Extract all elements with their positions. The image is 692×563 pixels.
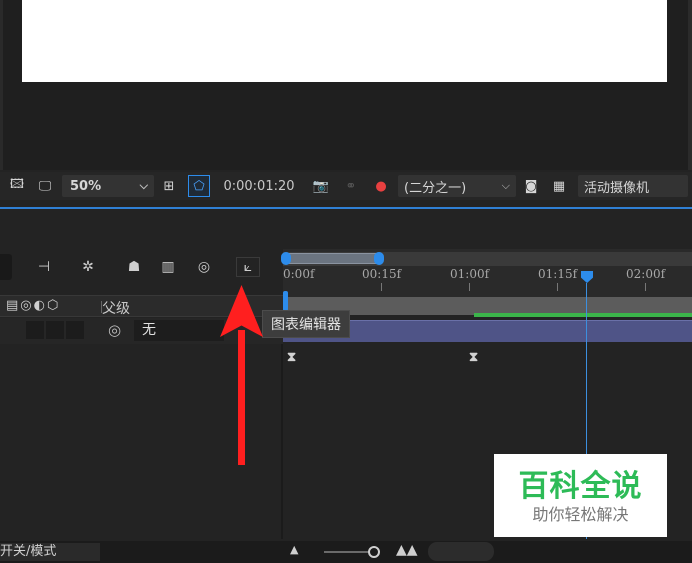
layer-search-input[interactable] — [0, 254, 12, 280]
watermark-subtitle: 助你轻松解决 — [532, 505, 629, 524]
monitor-icon[interactable]: 🖵 — [34, 175, 56, 197]
ruler-label: 00:15f — [362, 267, 402, 281]
region-of-interest-icon[interactable]: ◙ — [520, 175, 542, 197]
viewer-toolbar: 🖾 🖵 50% ⌵ ⊞ ⬠ 0:00:01:20 📷 ⚭ ● (二分之一) ⌵ … — [0, 172, 692, 200]
ruler-label: 02:00f — [626, 267, 666, 281]
switch-box[interactable] — [66, 321, 84, 339]
timeline-zoom-slider[interactable] — [324, 551, 370, 553]
color-channels-icon[interactable]: ● — [370, 175, 392, 197]
navigator-end-handle[interactable] — [374, 252, 384, 265]
resolution-value: (二分之一) — [404, 180, 467, 196]
zoom-value: 50% — [70, 178, 102, 194]
keyframe-icon[interactable]: ⧗ — [469, 350, 478, 365]
ruler-tick — [645, 283, 646, 291]
parent-select[interactable]: 无 — [134, 320, 224, 341]
viewer-edge-right — [688, 0, 692, 170]
zoom-out-icon[interactable]: ▲ — [290, 543, 298, 556]
work-area-start[interactable] — [283, 291, 288, 311]
camera-view-value: 活动摄像机 — [584, 180, 650, 196]
region-icon[interactable]: ⊞ — [158, 175, 180, 197]
parent-column-label: 父级 — [102, 301, 130, 317]
watermark-title: 百科全说 — [518, 469, 643, 504]
graph-editor-icon[interactable]: ⟀ — [236, 257, 260, 277]
ruler-label: 01:00f — [450, 267, 490, 281]
frame-blending-icon[interactable]: ▥ — [156, 257, 180, 277]
ruler-tick — [381, 283, 382, 291]
annotation-arrow-shaft — [238, 330, 245, 465]
switch-column-icons[interactable]: ▤◎◐⬡ — [6, 298, 60, 313]
watermark: 百科全说 助你轻松解决 — [494, 454, 667, 537]
draft-3d-icon[interactable]: ✲ — [76, 257, 100, 277]
panel-divider[interactable] — [281, 344, 283, 539]
layer-switches[interactable] — [26, 321, 84, 339]
resolution-select[interactable]: (二分之一) ⌵ — [398, 175, 516, 197]
graph-editor-tooltip: 图表编辑器 — [262, 310, 350, 338]
zoom-select[interactable]: 50% ⌵ — [62, 175, 154, 197]
toggle-switches-modes-button[interactable]: 开关/模式 — [0, 543, 100, 561]
zoom-in-icon[interactable]: ▲▲ — [396, 542, 418, 558]
keyframe-icon[interactable]: ⧗ — [287, 350, 296, 365]
composition-viewer — [0, 0, 692, 170]
viewer-edge — [0, 0, 3, 170]
timeline-scrollbar[interactable] — [428, 542, 494, 561]
ruler-label: 0:00f — [283, 267, 315, 281]
camera-icon[interactable]: 📷 — [310, 175, 332, 197]
mask-toggle-icon[interactable]: ⬠ — [188, 175, 210, 197]
switch-box[interactable] — [46, 321, 64, 339]
render-cache-bar — [474, 313, 692, 317]
transparency-grid-icon[interactable]: ▦ — [548, 175, 570, 197]
ruler-tick — [557, 283, 558, 291]
chevron-down-icon: ⌵ — [139, 179, 148, 192]
composition-canvas[interactable] — [22, 0, 667, 82]
switch-box[interactable] — [26, 321, 44, 339]
navigator-start-handle[interactable] — [281, 252, 291, 265]
camera-view-select[interactable]: 活动摄像机 — [578, 175, 688, 197]
time-navigator-range[interactable] — [286, 253, 378, 264]
composition-flowchart-icon[interactable]: ⊣ — [32, 257, 56, 277]
pickwhip-icon[interactable]: ◎ — [108, 321, 121, 339]
ruler-tick — [469, 283, 470, 291]
zoom-slider-handle[interactable] — [368, 546, 380, 558]
ruler-label: 01:15f — [538, 267, 578, 281]
shy-icon[interactable]: ☗ — [122, 257, 146, 277]
snapshot-display-icon[interactable]: 🖾 — [6, 175, 28, 197]
chevron-down-icon: ⌵ — [501, 179, 510, 192]
timeline-footer: 开关/模式 ▲ ▲▲ — [0, 541, 692, 563]
exposure-icon[interactable]: ⚭ — [340, 175, 362, 197]
motion-blur-icon[interactable]: ◎ — [192, 257, 216, 277]
current-time[interactable]: 0:00:01:20 — [220, 175, 298, 197]
